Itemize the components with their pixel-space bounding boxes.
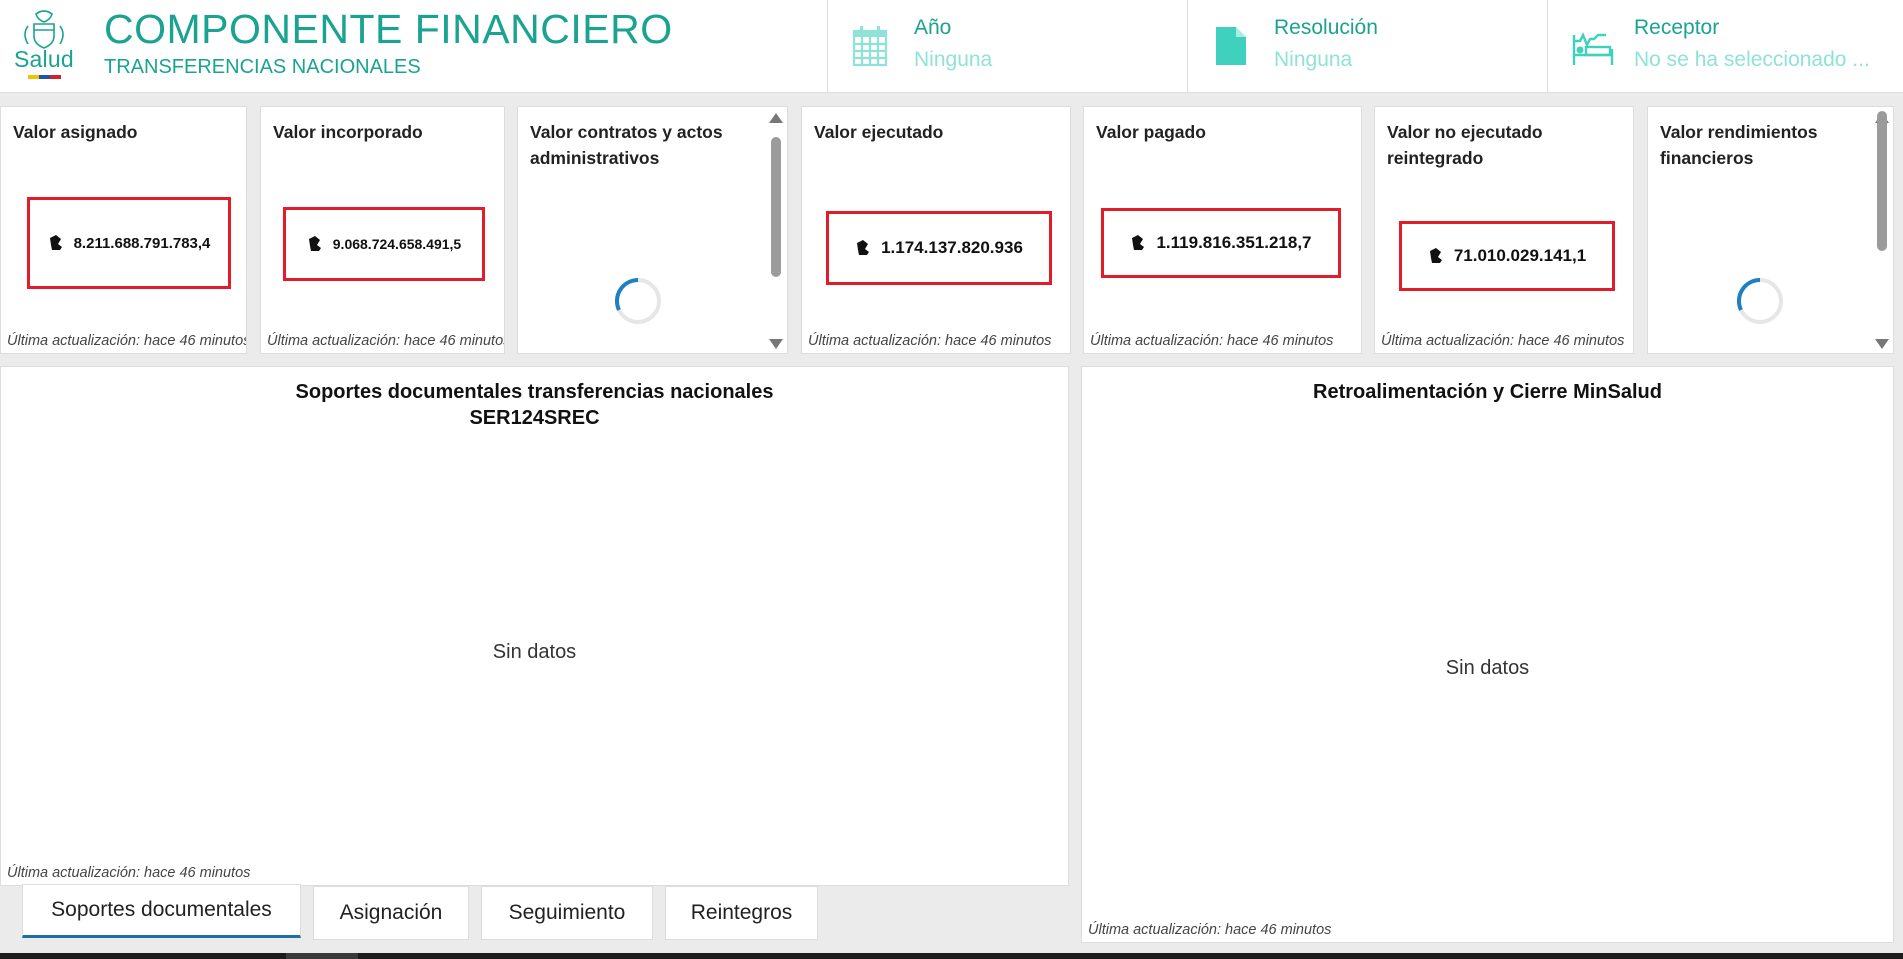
tab-reintegros[interactable]: Reintegros	[665, 886, 818, 940]
panel-updated-text: Última actualización: hace 46 minutos	[1088, 922, 1332, 938]
kpi-title: Valor pagado	[1096, 122, 1206, 142]
kpi-value: 9.068.724.658.491,5	[332, 236, 462, 252]
selector-year[interactable]: Año Ninguna	[827, 0, 1187, 92]
tab-soportes-documentales[interactable]: Soportes documentales	[22, 884, 301, 938]
selector-resolution[interactable]: Resolución Ninguna	[1187, 0, 1547, 92]
kpi-value-highlight: 71.010.029.141,1	[1399, 221, 1615, 291]
kpi-card-valor-pagado: Valor pagado 1.119.816.351.218,7 Última …	[1083, 106, 1362, 354]
kpi-value-highlight: 8.211.688.791.783,4	[27, 197, 231, 289]
kpi-title: Valor incorporado	[273, 122, 423, 142]
kpi-title: Valor contratos y actos administrativos	[530, 122, 723, 168]
selector-receptor-value: No se ha seleccionado ...	[1634, 48, 1870, 71]
kpi-card-valor-contratos: Valor contratos y actos administrativos	[517, 106, 788, 354]
money-hand-icon	[1429, 248, 1442, 263]
money-hand-icon	[1132, 235, 1145, 250]
selector-year-label: Año	[914, 16, 952, 39]
kpi-value-highlight: 9.068.724.658.491,5	[283, 207, 485, 281]
kpi-value: 8.211.688.791.783,4	[73, 234, 211, 252]
kpi-value: 1.119.816.351.218,7	[1156, 233, 1312, 252]
kpi-title: Valor ejecutado	[814, 122, 944, 142]
kpi-value-highlight: 1.174.137.820.936	[826, 211, 1052, 285]
kpi-title: Valor rendimientos financieros	[1660, 122, 1818, 168]
kpi-card-valor-asignado: Valor asignado 8.211.688.791.783,4 Últim…	[0, 106, 247, 354]
selector-receptor-label: Receptor	[1634, 16, 1720, 39]
panel-soportes-documentales: Soportes documentales transferencias nac…	[0, 366, 1069, 886]
kpi-title: Valor asignado	[13, 122, 138, 142]
kpi-updated-text: Última actualización: hace 46 minutos	[1381, 333, 1625, 349]
calendar-icon	[852, 26, 888, 67]
kpi-updated-text: Última actualización: hace 46 minutos	[1090, 333, 1334, 349]
panel-retroalimentacion: Retroalimentación y Cierre MinSalud Sin …	[1081, 366, 1894, 943]
scrollbar-thumb[interactable]	[771, 137, 781, 277]
empty-state-text: Sin datos	[492, 641, 577, 663]
kpi-card-valor-ejecutado: Valor ejecutado 1.174.137.820.936 Última…	[801, 106, 1071, 354]
hospital-bed-icon	[1572, 32, 1614, 65]
kpi-card-valor-incorporado: Valor incorporado 9.068.724.658.491,5 Úl…	[260, 106, 505, 354]
kpi-updated-text: Última actualización: hace 46 minutos	[267, 333, 505, 349]
panel-title: Soportes documentales transferencias nac…	[1, 379, 1068, 431]
kpi-value: 1.174.137.820.936	[881, 238, 1023, 257]
bottom-scroll-strip	[0, 953, 1903, 959]
panel-title-line2: SER124SREC	[469, 407, 600, 429]
kpi-card-valor-rendimientos: Valor rendimientos financieros	[1647, 106, 1894, 354]
logo-text: Salud	[14, 46, 74, 72]
tab-asignacion[interactable]: Asignación	[313, 886, 469, 940]
page-subtitle: TRANSFERENCIAS NACIONALES	[104, 56, 421, 78]
scroll-down-arrow-icon[interactable]	[769, 339, 783, 349]
loading-spinner-icon	[615, 277, 661, 324]
kpi-updated-text: Última actualización: hace 46 minutos	[7, 333, 247, 349]
empty-state-text: Sin datos	[1445, 657, 1530, 679]
dashboard-page: Salud COMPONENTE FINANCIERO TRANSFERENCI…	[0, 0, 1903, 959]
card-scrollbar[interactable]	[1873, 111, 1891, 351]
bottom-scroll-thumb[interactable]	[286, 953, 358, 959]
card-scrollbar[interactable]	[767, 111, 785, 351]
loading-spinner-icon	[1737, 277, 1783, 324]
scrollbar-thumb[interactable]	[1877, 111, 1887, 251]
scroll-down-arrow-icon[interactable]	[1875, 339, 1889, 349]
panel-title-line1: Soportes documentales transferencias nac…	[295, 381, 774, 403]
selector-resolution-label: Resolución	[1274, 16, 1378, 39]
money-hand-icon	[857, 240, 870, 255]
kpi-value: 71.010.029.141,1	[1453, 246, 1587, 265]
selector-year-value: Ninguna	[914, 48, 993, 71]
flag-stripe	[28, 75, 61, 79]
money-hand-icon	[49, 235, 62, 250]
header-bar: Salud COMPONENTE FINANCIERO TRANSFERENCI…	[0, 0, 1903, 93]
tab-seguimiento[interactable]: Seguimiento	[481, 886, 653, 940]
scroll-up-arrow-icon[interactable]	[769, 113, 783, 123]
panel-updated-text: Última actualización: hace 46 minutos	[7, 865, 251, 881]
kpi-value-highlight: 1.119.816.351.218,7	[1101, 208, 1341, 278]
selector-resolution-value: Ninguna	[1274, 48, 1353, 71]
money-hand-icon	[308, 236, 321, 251]
panel-title: Retroalimentación y Cierre MinSalud	[1313, 381, 1662, 403]
kpi-updated-text: Última actualización: hace 46 minutos	[808, 333, 1052, 349]
document-icon	[1216, 27, 1246, 65]
selector-receptor[interactable]: Receptor No se ha seleccionado ...	[1547, 0, 1903, 92]
kpi-title: Valor no ejecutado reintegrado	[1387, 122, 1543, 168]
kpi-card-valor-no-ejecutado: Valor no ejecutado reintegrado 71.010.02…	[1374, 106, 1634, 354]
page-title: COMPONENTE FINANCIERO	[104, 6, 673, 52]
